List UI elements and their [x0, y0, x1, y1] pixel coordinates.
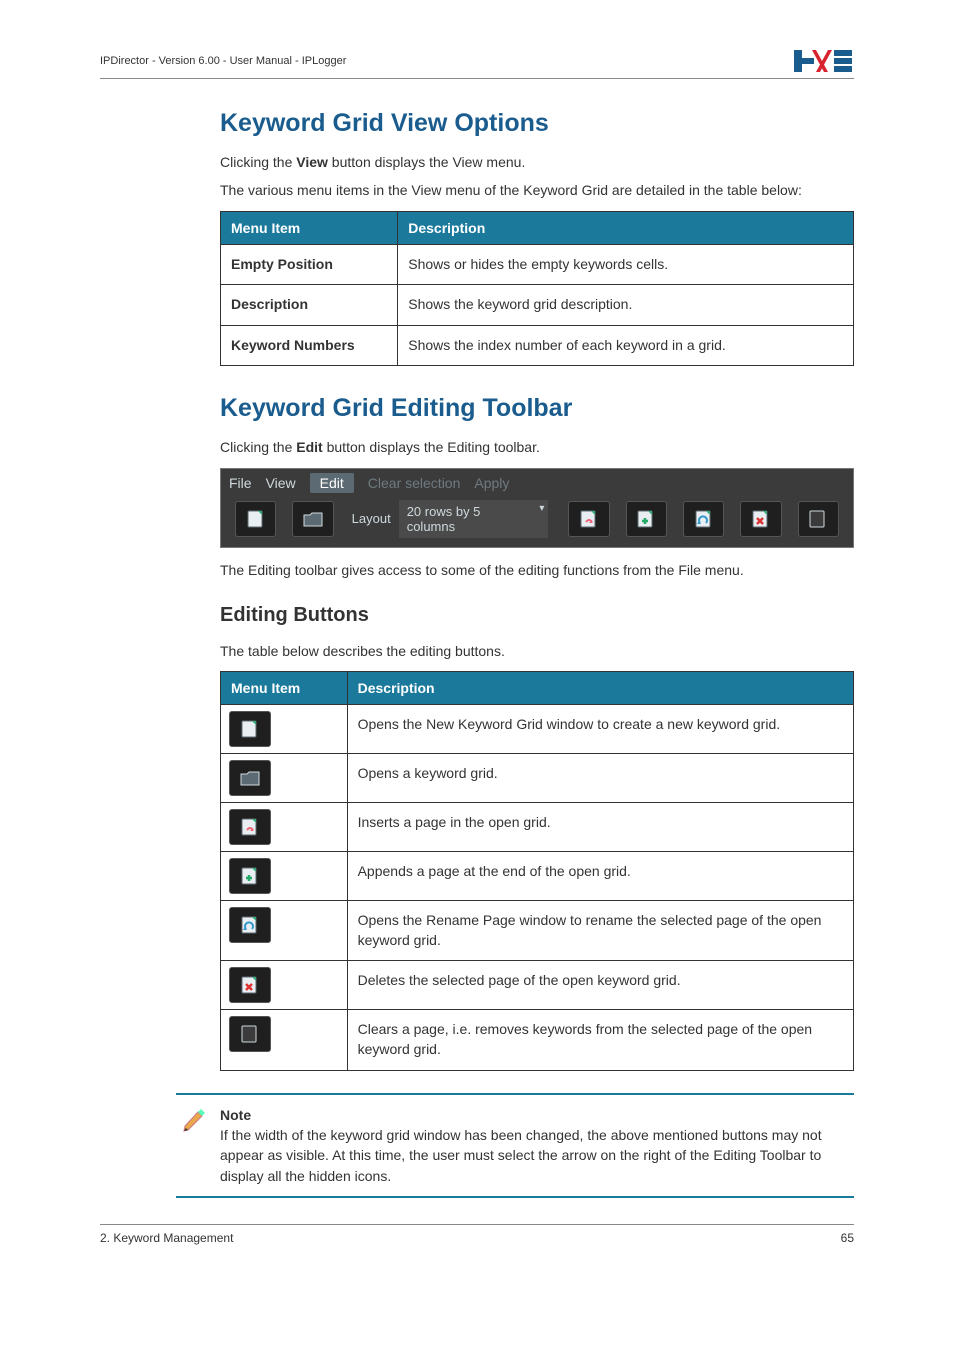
table-row: Keyword Numbers Shows the index number o… — [221, 325, 854, 366]
note-text: Note If the width of the keyword grid wi… — [220, 1105, 850, 1186]
layout-label: Layout — [352, 511, 391, 526]
text: button displays the View menu. — [328, 154, 525, 170]
subsection-title-editing-buttons: Editing Buttons — [220, 604, 854, 627]
table-cell: Deletes the selected page of the open ke… — [347, 961, 853, 1010]
table-row: Deletes the selected page of the open ke… — [221, 961, 854, 1010]
rename-page-icon — [229, 907, 271, 943]
table-row: Appends a page at the end of the open gr… — [221, 852, 854, 901]
paragraph: The various menu items in the View menu … — [220, 180, 854, 200]
table-cell: Empty Position — [221, 244, 398, 285]
table-cell: Shows the keyword grid description. — [398, 285, 854, 326]
table-cell: Keyword Numbers — [221, 325, 398, 366]
toolbar-tab-edit: Edit — [310, 473, 354, 493]
table-cell: Shows the index number of each keyword i… — [398, 325, 854, 366]
table-header: Menu Item — [221, 211, 398, 244]
table-row: Description Shows the keyword grid descr… — [221, 285, 854, 326]
text: button displays the Editing toolbar. — [323, 439, 540, 455]
editing-buttons-table: Menu Item Description Opens the New Keyw… — [220, 671, 854, 1070]
editing-toolbar-screenshot: File View Edit Clear selection Apply Lay… — [220, 468, 854, 548]
layout-dropdown: 20 rows by 5 columns — [399, 500, 549, 538]
text: Clicking the — [220, 154, 296, 170]
clear-page-icon — [798, 501, 839, 537]
table-cell: Clears a page, i.e. removes keywords fro… — [347, 1010, 853, 1070]
insert-page-icon — [568, 501, 609, 537]
append-page-icon — [229, 858, 271, 894]
table-cell: Opens the Rename Page window to rename t… — [347, 901, 853, 961]
table-header: Menu Item — [221, 672, 348, 705]
header-text: IPDirector - Version 6.00 - User Manual … — [100, 55, 346, 67]
note-label: Note — [220, 1107, 251, 1123]
paragraph: Clicking the View button displays the Vi… — [220, 152, 854, 172]
table-cell: Inserts a page in the open grid. — [347, 803, 853, 852]
evs-logo — [794, 50, 854, 72]
note-pencil-icon — [180, 1107, 208, 1138]
icon-cell — [221, 705, 348, 754]
paragraph: The Editing toolbar gives access to some… — [220, 560, 854, 580]
paragraph: The table below describes the editing bu… — [220, 641, 854, 661]
table-cell: Shows or hides the empty keywords cells. — [398, 244, 854, 285]
table-header: Description — [398, 211, 854, 244]
append-page-icon — [626, 501, 667, 537]
toolbar-tab-apply: Apply — [474, 475, 509, 491]
table-header-row: Menu Item Description — [221, 211, 854, 244]
icon-cell — [221, 961, 348, 1010]
toolbar-tab-view: View — [266, 475, 296, 491]
table-row: Opens a keyword grid. — [221, 754, 854, 803]
table-row: Inserts a page in the open grid. — [221, 803, 854, 852]
paragraph: Clicking the Edit button displays the Ed… — [220, 437, 854, 457]
table-cell: Appends a page at the end of the open gr… — [347, 852, 853, 901]
footer-left: 2. Keyword Management — [100, 1231, 233, 1245]
insert-page-icon — [229, 809, 271, 845]
table-header-row: Menu Item Description — [221, 672, 854, 705]
view-options-table: Menu Item Description Empty Position Sho… — [220, 211, 854, 367]
page-header: IPDirector - Version 6.00 - User Manual … — [100, 50, 854, 79]
delete-page-icon — [229, 967, 271, 1003]
table-header: Description — [347, 672, 853, 705]
delete-page-icon — [740, 501, 781, 537]
icon-cell — [221, 852, 348, 901]
new-grid-icon — [229, 711, 271, 747]
toolbar-tab-clear: Clear selection — [368, 475, 461, 491]
note-body: If the width of the keyword grid window … — [220, 1127, 822, 1184]
text: Clicking the — [220, 439, 296, 455]
table-row: Empty Position Shows or hides the empty … — [221, 244, 854, 285]
section-title-editing-toolbar: Keyword Grid Editing Toolbar — [220, 394, 854, 423]
icon-cell — [221, 1010, 348, 1070]
icon-cell — [221, 901, 348, 961]
table-row: Opens the New Keyword Grid window to cre… — [221, 705, 854, 754]
table-row: Clears a page, i.e. removes keywords fro… — [221, 1010, 854, 1070]
footer-page-number: 65 — [841, 1231, 854, 1245]
new-grid-icon — [235, 501, 276, 537]
icon-cell — [221, 803, 348, 852]
open-grid-icon — [229, 760, 271, 796]
rename-page-icon — [683, 501, 724, 537]
table-cell: Opens a keyword grid. — [347, 754, 853, 803]
note-block: Note If the width of the keyword grid wi… — [176, 1093, 854, 1198]
table-row: Opens the Rename Page window to rename t… — [221, 901, 854, 961]
table-cell: Opens the New Keyword Grid window to cre… — [347, 705, 853, 754]
clear-page-icon — [229, 1016, 271, 1052]
toolbar-tab-file: File — [229, 475, 252, 491]
icon-cell — [221, 754, 348, 803]
section-title-view-options: Keyword Grid View Options — [220, 109, 854, 138]
text-bold: View — [296, 154, 328, 170]
page-footer: 2. Keyword Management 65 — [100, 1224, 854, 1245]
text-bold: Edit — [296, 439, 322, 455]
open-grid-icon — [292, 501, 333, 537]
table-cell: Description — [221, 285, 398, 326]
